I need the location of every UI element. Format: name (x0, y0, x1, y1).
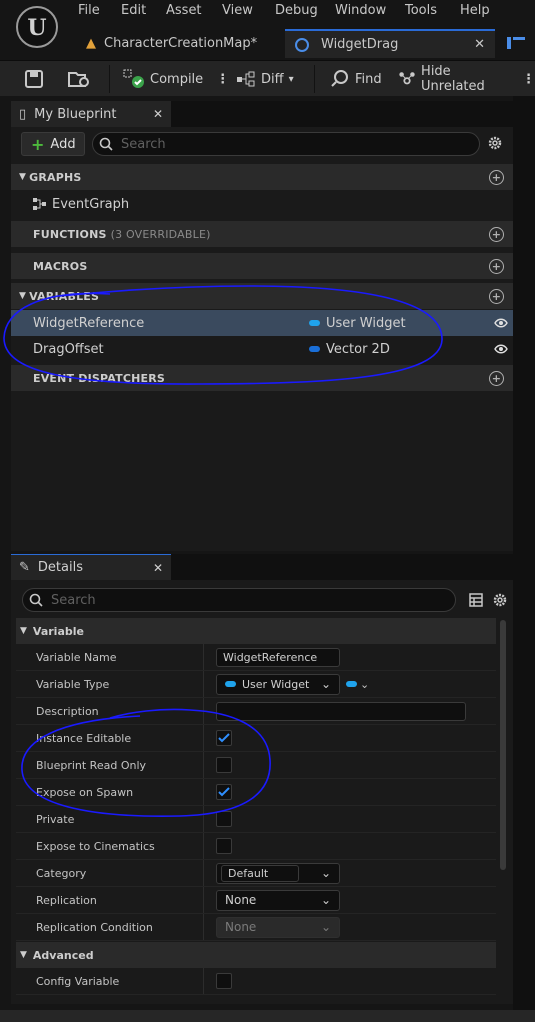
annotation-circle-checkboxes (21, 708, 271, 817)
annotation-overlay (3, 285, 443, 817)
annotation-circle-variables (3, 285, 443, 385)
